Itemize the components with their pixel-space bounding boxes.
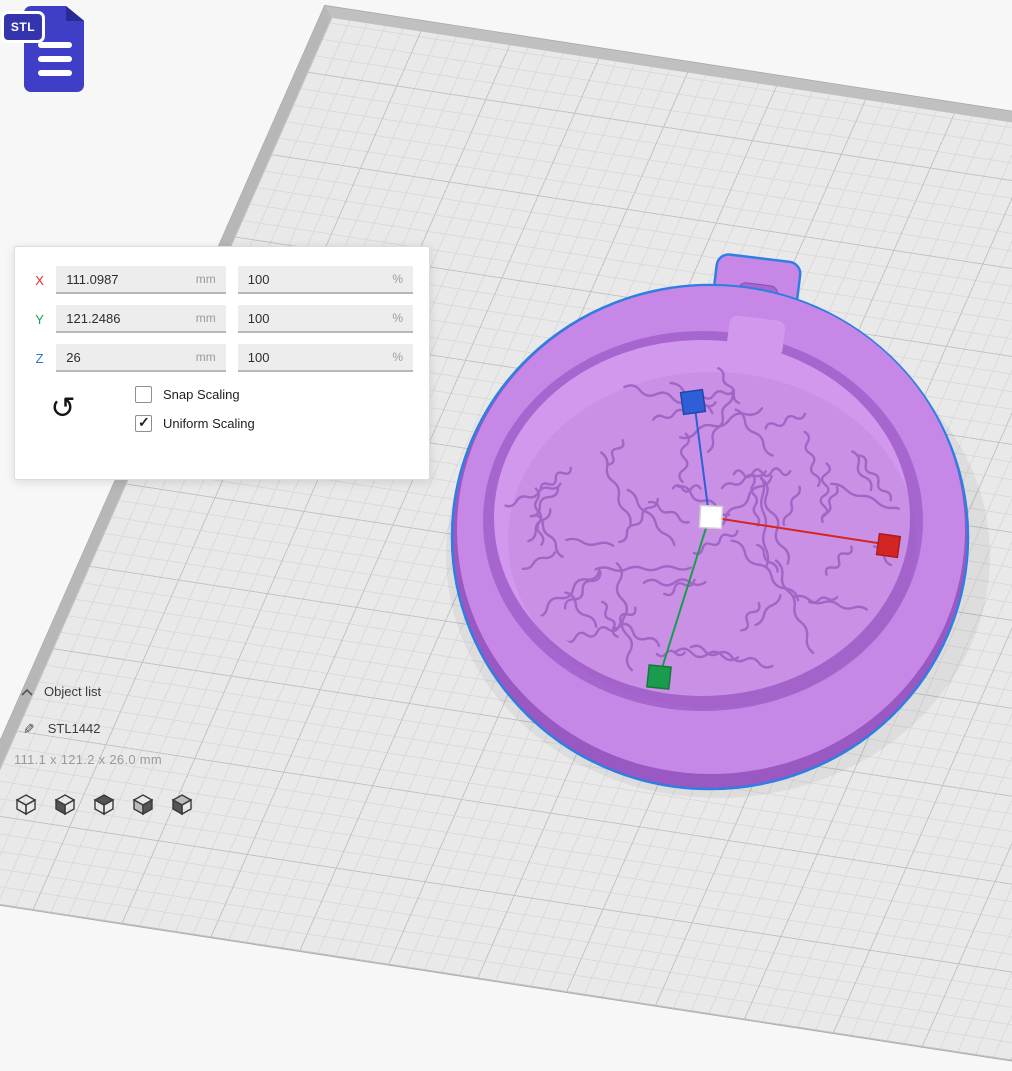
scale-y-percent-unit: % bbox=[392, 311, 403, 325]
scale-x-percent-value: 100 bbox=[248, 272, 270, 287]
edit-icon: ✎ bbox=[19, 723, 36, 735]
axis-z-label: Z bbox=[31, 351, 48, 366]
object-list-item[interactable]: ✎ STL1442 bbox=[22, 720, 101, 737]
top-view-icon[interactable] bbox=[90, 788, 118, 820]
axis-x-label: X bbox=[31, 273, 48, 288]
scale-row-z: Z 26 mm 100 % bbox=[31, 344, 413, 372]
scale-x-mm-input[interactable]: 111.0987 mm bbox=[56, 266, 226, 294]
scale-tool-panel: X 111.0987 mm 100 % Y 121.2486 mm 100 % … bbox=[14, 246, 430, 480]
scale-handle-z[interactable] bbox=[681, 390, 706, 415]
scale-x-mm-value: 111.0987 bbox=[66, 272, 118, 287]
model-dimensions: 111.1 x 121.2 x 26.0 mm bbox=[14, 752, 162, 767]
scale-x-percent-unit: % bbox=[392, 272, 403, 286]
reset-scale-icon[interactable]: ↺ bbox=[31, 393, 95, 425]
scale-z-percent-input[interactable]: 100 % bbox=[238, 344, 413, 372]
scale-row-y: Y 121.2486 mm 100 % bbox=[31, 305, 413, 333]
object-name: STL1442 bbox=[48, 721, 101, 736]
left-view-icon[interactable] bbox=[129, 788, 157, 820]
scale-x-mm-unit: mm bbox=[196, 272, 216, 286]
scale-y-percent-value: 100 bbox=[248, 311, 270, 326]
stl-badge: STL bbox=[4, 14, 42, 40]
object-list-label: Object list bbox=[44, 684, 101, 699]
snap-scaling-checkbox[interactable] bbox=[135, 386, 152, 403]
object-list-toggle[interactable]: Object list bbox=[20, 684, 101, 699]
scale-y-mm-unit: mm bbox=[196, 311, 216, 325]
scale-z-mm-value: 26 bbox=[66, 350, 80, 365]
axis-y-label: Y bbox=[31, 312, 48, 327]
scale-row-x: X 111.0987 mm 100 % bbox=[31, 266, 413, 294]
snap-scaling-label: Snap Scaling bbox=[163, 387, 240, 402]
scale-y-mm-value: 121.2486 bbox=[66, 311, 120, 326]
uniform-scaling-label: Uniform Scaling bbox=[163, 416, 255, 431]
scale-x-percent-input[interactable]: 100 % bbox=[238, 266, 413, 294]
3d-view-icon[interactable] bbox=[12, 788, 40, 820]
front-view-icon[interactable] bbox=[51, 788, 79, 820]
view-toolbar bbox=[12, 788, 196, 820]
right-view-icon[interactable] bbox=[168, 788, 196, 820]
snap-scaling-checkbox-row[interactable]: Snap Scaling bbox=[135, 386, 255, 403]
collapse-chevron-icon bbox=[20, 687, 34, 697]
scale-y-mm-input[interactable]: 121.2486 mm bbox=[56, 305, 226, 333]
uniform-scaling-checkbox-row[interactable]: Uniform Scaling bbox=[135, 415, 255, 432]
scale-z-percent-unit: % bbox=[392, 350, 403, 364]
scale-handle-uniform[interactable] bbox=[699, 505, 722, 528]
stl-file-icon: STL bbox=[4, 2, 94, 100]
uniform-scaling-checkbox[interactable] bbox=[135, 415, 152, 432]
scale-z-mm-input[interactable]: 26 mm bbox=[56, 344, 226, 372]
scale-y-percent-input[interactable]: 100 % bbox=[238, 305, 413, 333]
scale-handle-x[interactable] bbox=[877, 534, 901, 558]
scale-z-mm-unit: mm bbox=[196, 350, 216, 364]
scale-z-percent-value: 100 bbox=[248, 350, 270, 365]
scale-handle-y[interactable] bbox=[647, 665, 671, 689]
